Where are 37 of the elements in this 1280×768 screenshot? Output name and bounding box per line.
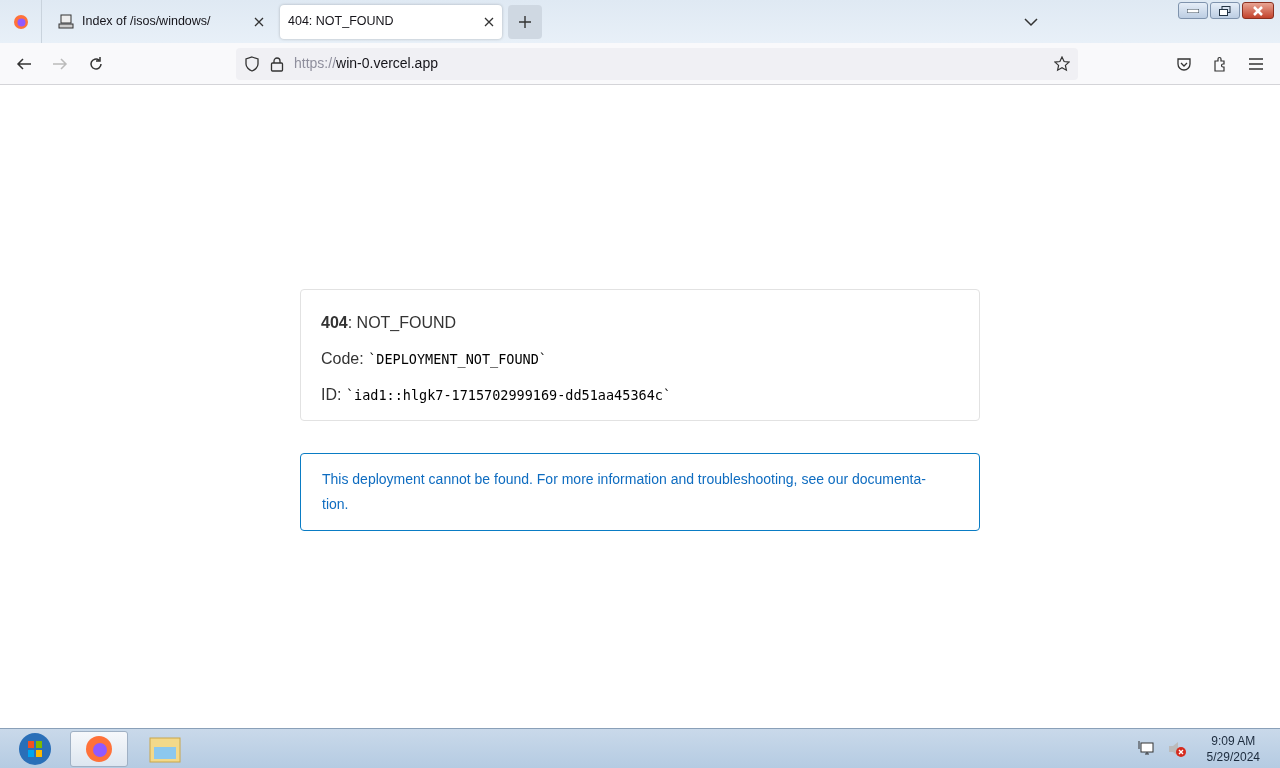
error-code-line: Code: `DEPLOYMENT_NOT_FOUND`	[321, 349, 548, 370]
star-icon[interactable]	[1054, 55, 1070, 72]
firefox-taskbar-button[interactable]	[70, 730, 128, 767]
computer-icon	[58, 13, 74, 30]
folder-icon	[149, 734, 181, 763]
minimize-icon	[1187, 8, 1199, 13]
browser-tab[interactable]: 404: NOT_FOUND	[280, 4, 502, 39]
url-scheme: https://	[294, 55, 337, 71]
pocket-icon[interactable]	[1176, 55, 1192, 72]
firefox-icon[interactable]	[12, 13, 29, 30]
lock-icon[interactable]	[270, 55, 284, 72]
info-message-line: tion.	[322, 495, 349, 514]
error-id-line: ID: `iad1::hlgk7-1715702999169-dd51aa45364c`	[321, 385, 672, 405]
close-tab-icon[interactable]	[254, 16, 264, 27]
clock[interactable]: 9:09 AM 5/29/2024	[1206, 732, 1260, 765]
browser-tab[interactable]: Index of /isos/windows/	[50, 4, 272, 39]
info-message-line: This deployment cannot be found. For more information and troubleshooting, see our documenta-	[322, 470, 926, 489]
start-orb-icon	[18, 731, 52, 766]
puzzle-icon[interactable]	[1212, 55, 1228, 72]
url-host: win-0.vercel.app	[336, 55, 438, 71]
tab-list-icon[interactable]	[1024, 16, 1038, 27]
new-tab-button[interactable]	[508, 4, 542, 39]
close-button[interactable]	[1242, 2, 1274, 19]
back-icon[interactable]	[16, 55, 32, 72]
muted-speaker-icon[interactable]	[1166, 739, 1187, 758]
shield-icon[interactable]	[244, 55, 260, 72]
plus-icon	[518, 14, 532, 29]
address-bar[interactable]: https://win-0.vercel.app	[236, 47, 1078, 80]
firefox-icon	[84, 733, 114, 764]
menu-icon[interactable]	[1248, 56, 1264, 71]
close-tab-icon[interactable]	[484, 16, 494, 27]
restore-icon	[1219, 5, 1231, 16]
error-heading: 404: NOT_FOUND	[321, 313, 458, 333]
network-icon[interactable]	[1136, 739, 1155, 758]
restore-button[interactable]	[1210, 2, 1240, 19]
reload-icon[interactable]	[88, 55, 104, 72]
close-icon	[1253, 5, 1263, 16]
